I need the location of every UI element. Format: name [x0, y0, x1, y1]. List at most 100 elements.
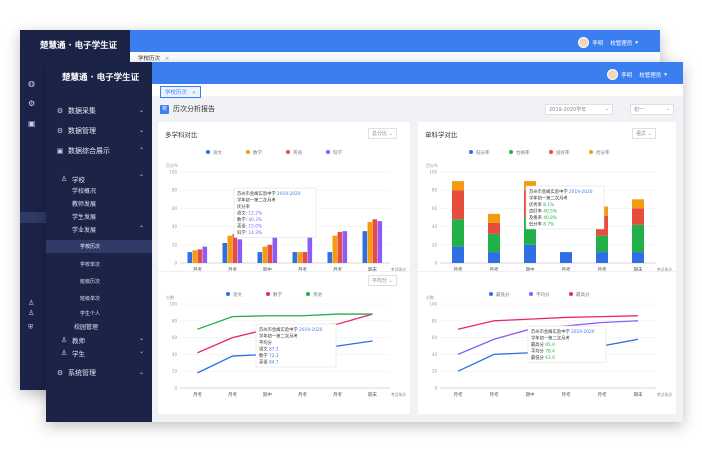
legend-marker — [246, 150, 250, 154]
x-tick-label: 期中 — [263, 391, 272, 398]
grade-select[interactable]: 初一 ⌄ — [630, 104, 674, 115]
close-icon[interactable]: × — [192, 90, 197, 96]
subject-select[interactable]: 语文 ⌄ — [632, 128, 656, 139]
bar — [332, 235, 338, 263]
tooltip-text: 40.8% — [542, 215, 557, 221]
sidebar-item-label: 数据采集 — [68, 107, 96, 115]
x-tick-label: 月考 — [228, 392, 237, 398]
tooltip-text: 苏州市金阊实验中学 — [531, 328, 570, 335]
bar — [232, 233, 238, 263]
sidebar-item-system[interactable]: ⚙ 系统管理 — [56, 368, 96, 378]
back-tab[interactable]: 学校历次 × — [138, 54, 169, 62]
sidebar-sub-teacher-dev[interactable]: 教师发展 — [72, 199, 96, 208]
legend-marker — [589, 150, 593, 154]
chevron-up-icon[interactable]: ⌃ — [139, 225, 144, 232]
gear-icon: ⚙ — [56, 127, 64, 135]
x-tick-label: 月考 — [598, 267, 607, 273]
chevron-down-icon: ⌄ — [647, 131, 652, 137]
tooltip-text: 63.0 — [544, 355, 555, 361]
user-name: 李明 — [621, 72, 633, 79]
legend-label: 最高分 — [576, 291, 590, 298]
year-select[interactable]: 2019-2020学年 ⌄ — [545, 104, 613, 115]
tab-school-history[interactable]: 学校历次 × — [160, 86, 202, 98]
sidebar-item-teacher[interactable]: ♙ 教师 — [60, 335, 85, 345]
sidebar-sub-student-personal[interactable]: 学生个人 — [80, 310, 100, 317]
chevron-up-icon[interactable]: ⌃ — [139, 174, 144, 181]
back-topbar: 李明 校管理员 ▾ — [130, 30, 660, 52]
sidebar-item-data-manage[interactable]: ⚙ 数据管理 — [56, 126, 96, 136]
chevron-down-icon[interactable]: ⌄ — [139, 348, 144, 355]
legend-marker — [569, 292, 573, 296]
y-tick-label: 60 — [432, 206, 438, 211]
tooltip-line: 学年初一第二次月考 — [237, 197, 276, 204]
tooltip-text: 学年初一第二次月考 — [259, 333, 298, 340]
sidebar-sub-school-overview[interactable]: 学校概况 — [72, 186, 96, 195]
multi-metric-select[interactable]: 总分比 ⌄ — [368, 128, 397, 139]
sidebar-sub-student-dev[interactable]: 学生发展 — [72, 212, 96, 221]
legend-marker — [306, 292, 310, 296]
back-app-logo: 楚慧通 · 电子学生证 — [40, 41, 118, 51]
multi-subject-card: 多学科对比 总分比 ⌄ 语文数学英语科学百分%020406080100月考月考期… — [158, 122, 410, 414]
shield-icon[interactable]: ⛨ — [28, 322, 34, 332]
tooltip-text: 8.7% — [542, 222, 554, 228]
tooltip-text: 英语: — [237, 223, 247, 230]
chevron-down-icon[interactable]: ⌄ — [139, 127, 144, 134]
bar-segment — [632, 224, 644, 253]
y-tick-label: 80 — [432, 318, 438, 323]
sidebar-item-school[interactable]: ♙ 学校 — [60, 174, 85, 184]
sidebar-sub-class-history[interactable]: 班级历次 — [80, 278, 100, 285]
chevron-down-icon[interactable]: ⌄ — [139, 335, 144, 342]
y-tick-label: 60 — [432, 335, 438, 340]
sidebar-sub-academic-dev[interactable]: 学业发展 — [72, 225, 96, 234]
globe-icon[interactable]: ◍ — [28, 74, 36, 94]
tabbar: 学校历次 × — [152, 84, 683, 98]
user-icon[interactable]: ♙ — [28, 308, 34, 318]
gear-icon[interactable]: ⚙ — [28, 94, 36, 114]
x-tick-label: 月考 — [298, 392, 307, 398]
tooltip-text: 良好率 — [529, 208, 543, 215]
legend-label: 良好率 — [556, 149, 570, 156]
box-icon[interactable]: ▣ — [28, 114, 36, 134]
y-tick-label: 60 — [172, 206, 178, 211]
sidebar-item-student[interactable]: ♙ 学生 — [60, 348, 85, 358]
tooltip-line: 数学: 40.3% — [237, 216, 262, 223]
tooltip-line: 最低分 63.0 — [531, 354, 555, 361]
user-icon[interactable]: ♙ — [28, 298, 34, 308]
tooltip-line: 数学 72.3 — [259, 352, 279, 359]
user-menu[interactable]: 李明 校管理员 ▾ — [607, 69, 667, 80]
bar — [197, 249, 203, 263]
legend-marker — [489, 292, 493, 296]
sidebar-item-data-display[interactable]: ▣ 数据综合展示 — [56, 146, 110, 156]
sidebar-sub-campus-manage[interactable]: 校园管理 — [74, 322, 98, 331]
legend-marker — [326, 150, 330, 154]
chevron-up-icon[interactable]: ⌃ — [139, 147, 144, 154]
legend-marker — [266, 292, 270, 296]
chevron-down-icon[interactable]: ⌄ — [139, 369, 144, 376]
sidebar-sub-school-single[interactable]: 学校单次 — [80, 261, 100, 268]
y-tick-label: 80 — [432, 188, 438, 193]
single-subject-card: 单科学对比 语文 ⌄ 低分率合格率良好率优分率百分%020406080100月考… — [418, 122, 676, 414]
bar — [367, 222, 373, 263]
bar — [292, 252, 298, 263]
back-user-menu[interactable]: 李明 校管理员 ▾ — [578, 37, 638, 48]
tooltip-text: 87.3 — [268, 347, 279, 353]
y-axis-label: 百分% — [426, 162, 438, 168]
bar — [302, 252, 308, 263]
x-tick-label: 月考 — [490, 267, 499, 273]
tooltip-line: 科学: 14.3% — [237, 229, 262, 236]
y-tick-label: 20 — [172, 242, 178, 247]
sidebar-sub-school-history[interactable]: 学校历次 — [80, 243, 100, 250]
tooltip-text: 84.7 — [268, 360, 279, 366]
tooltip-line: 英语 84.7 — [259, 359, 279, 366]
page-title: 校 历次分析报告 — [160, 104, 215, 114]
chevron-down-icon[interactable]: ⌄ — [139, 107, 144, 114]
single-subject-line-chart: 最低分 平均分 最高分分数020406080100月考 月考 期中 月考 月考 期末 考试场次苏… — [426, 291, 672, 398]
legend-label: 英语 — [313, 291, 322, 298]
sidebar-item-label: 数据管理 — [68, 127, 96, 135]
bar-segment — [560, 252, 572, 263]
bar — [187, 252, 193, 263]
sidebar-sub-class-single[interactable]: 班级单次 — [80, 295, 100, 302]
sidebar-item-data-collect[interactable]: ⚙ 数据采集 — [56, 106, 96, 116]
legend-marker — [226, 292, 230, 296]
x-tick-label: 月考 — [454, 267, 463, 273]
